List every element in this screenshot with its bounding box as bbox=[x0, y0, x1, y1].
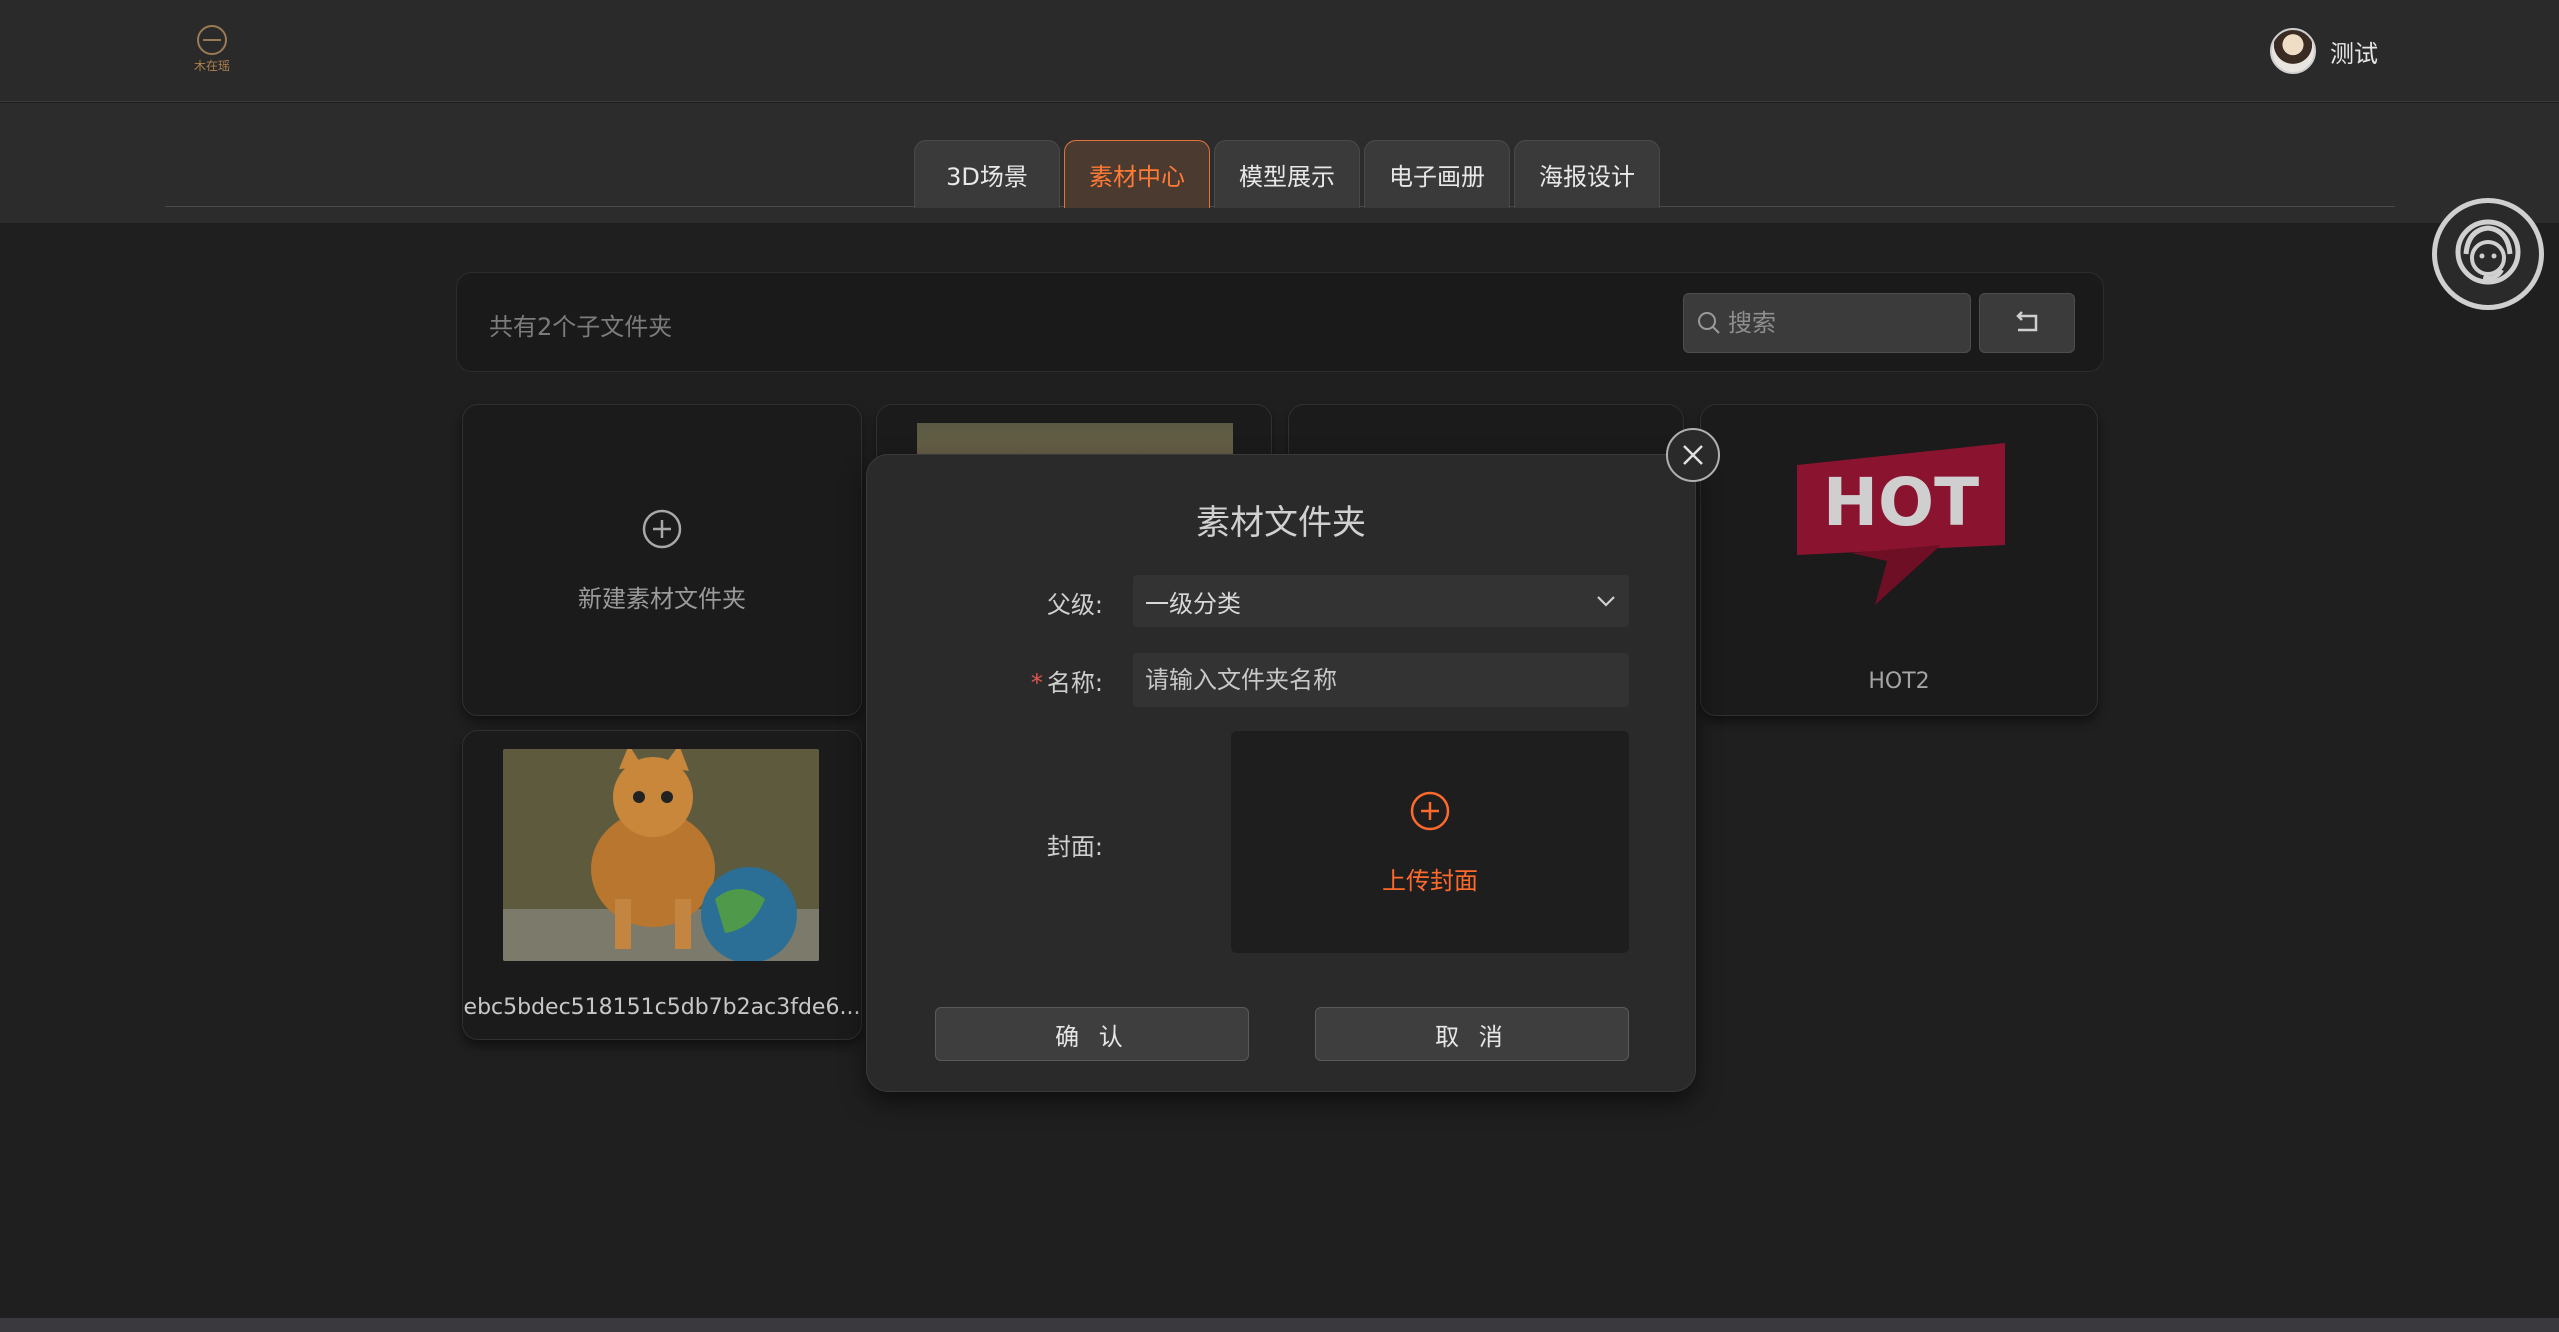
dialog-close-button[interactable] bbox=[1666, 428, 1720, 482]
user-name[interactable]: 测试 bbox=[2330, 34, 2378, 69]
hot-badge-text: HOT bbox=[1823, 464, 1979, 541]
subfolder-count: 共有2个子文件夹 bbox=[489, 313, 673, 341]
search-input[interactable] bbox=[1728, 309, 1958, 337]
cancel-button[interactable]: 取 消 bbox=[1315, 1007, 1629, 1061]
folder-name-input[interactable] bbox=[1133, 653, 1629, 707]
tab-e-album[interactable]: 电子画册 bbox=[1364, 140, 1510, 208]
folder-name: HOT2 bbox=[1868, 669, 1930, 694]
search-box[interactable] bbox=[1683, 293, 1971, 353]
tab-model-display[interactable]: 模型展示 bbox=[1214, 140, 1360, 208]
top-bar: 木在瑶 测试 bbox=[0, 0, 2559, 102]
upload-plus-icon bbox=[1410, 791, 1450, 830]
back-button[interactable] bbox=[1979, 293, 2075, 353]
name-label-wrap: * 名称: bbox=[1031, 663, 1103, 698]
cat-photo bbox=[503, 749, 819, 961]
new-folder-card[interactable]: 新建素材文件夹 bbox=[462, 404, 862, 716]
folder-dialog: 素材文件夹 父级: 一级分类 *名称: 封面: 上传封面 确 认 取 消 bbox=[866, 454, 1696, 1092]
logo-text: 木在瑶 bbox=[193, 58, 230, 73]
logo-mark-icon bbox=[197, 24, 227, 55]
cover-label: 封面: bbox=[1046, 833, 1103, 861]
parent-select-value: 一级分类 bbox=[1145, 589, 1241, 618]
folder-card-hot2[interactable]: HOT HOT2 bbox=[1700, 404, 2098, 716]
confirm-button[interactable]: 确 认 bbox=[935, 1007, 1249, 1061]
folder-card-cat[interactable]: ebc5bdec518151c5db7b2ac3fde6... bbox=[462, 730, 862, 1040]
required-mark: * bbox=[1030, 669, 1043, 697]
customer-service-icon bbox=[2455, 219, 2521, 285]
bottom-bar bbox=[0, 1318, 2559, 1332]
parent-select[interactable]: 一级分类 bbox=[1133, 575, 1629, 627]
parent-label: 父级: bbox=[1046, 591, 1103, 619]
folder-toolbar: 共有2个子文件夹 bbox=[456, 272, 2104, 372]
hot-thumbnail: HOT bbox=[1797, 443, 2005, 605]
brand-logo[interactable]: 木在瑶 bbox=[184, 22, 240, 76]
new-folder-label: 新建素材文件夹 bbox=[578, 584, 746, 613]
dialog-title: 素材文件夹 bbox=[1196, 503, 1366, 543]
upload-cover-area[interactable]: 上传封面 bbox=[1231, 731, 1629, 953]
chevron-down-icon bbox=[1597, 596, 1615, 607]
main-tabs: 3D场景 素材中心 模型展示 电子画册 海报设计 bbox=[914, 140, 1660, 208]
tab-poster-design[interactable]: 海报设计 bbox=[1514, 140, 1660, 208]
tab-material-center[interactable]: 素材中心 bbox=[1064, 140, 1210, 208]
search-icon bbox=[1698, 312, 1720, 334]
folder-name: ebc5bdec518151c5db7b2ac3fde6... bbox=[463, 995, 861, 1020]
tab-3d-scene[interactable]: 3D场景 bbox=[914, 140, 1060, 208]
upload-cover-label: 上传封面 bbox=[1382, 866, 1478, 895]
avatar[interactable] bbox=[2270, 28, 2316, 74]
customer-service-button[interactable] bbox=[2432, 198, 2544, 310]
name-label: 名称: bbox=[1046, 669, 1103, 697]
return-icon bbox=[2016, 311, 2038, 332]
close-icon bbox=[1683, 445, 1703, 465]
plus-circle-icon bbox=[642, 509, 682, 548]
user-menu[interactable]: 测试 bbox=[2270, 26, 2378, 76]
